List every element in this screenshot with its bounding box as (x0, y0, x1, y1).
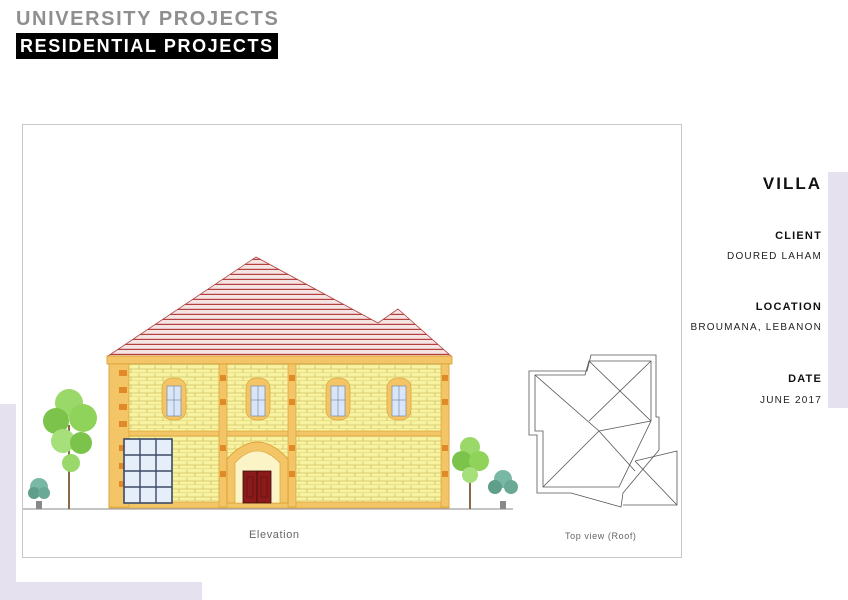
accent-block-bottom (0, 582, 202, 600)
architectural-drawing (23, 256, 678, 510)
accent-block-right (828, 172, 848, 408)
section-subtitle: RESIDENTIAL PROJECTS (16, 33, 278, 59)
elevation-caption: Elevation (249, 529, 300, 541)
date-label: DATE (788, 373, 822, 385)
roof-top-view-caption: Top view (Roof) (565, 531, 637, 541)
cornice (106, 355, 453, 365)
glass-curtain-window (123, 438, 173, 504)
location-label: LOCATION (755, 301, 822, 313)
shrub-icon (28, 478, 50, 509)
client-value: DOURED LAHAM (727, 251, 822, 262)
roof-top-view (528, 354, 678, 508)
accent-block-left (0, 404, 16, 600)
section-title: UNIVERSITY PROJECTS (16, 8, 280, 30)
tree-icon (452, 437, 489, 509)
date-value: JUNE 2017 (760, 395, 822, 406)
tree-icon (43, 389, 97, 509)
project-title: VILLA (762, 174, 822, 193)
roof (106, 256, 453, 357)
shrub-icon (488, 470, 518, 509)
drawing-frame: Elevation Top view (Roof) (22, 124, 682, 558)
client-label: CLIENT (775, 230, 822, 242)
entrance (226, 441, 289, 504)
location-value: BROUMANA, LEBANON (690, 322, 822, 333)
